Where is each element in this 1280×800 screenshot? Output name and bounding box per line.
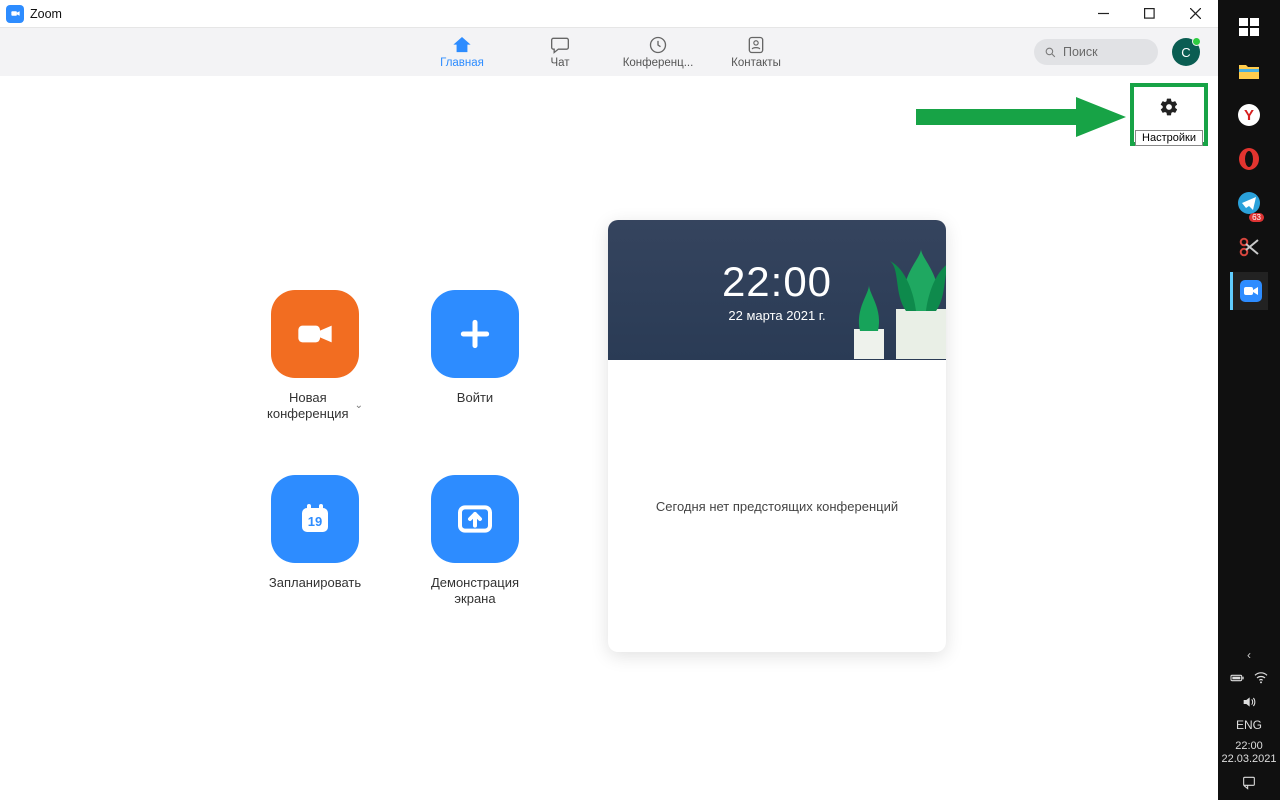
panel-body: Сегодня нет предстоящих конференций: [608, 360, 946, 652]
join-button[interactable]: [431, 290, 519, 378]
volume-icon[interactable]: [1241, 694, 1257, 710]
notifications-icon[interactable]: [1241, 774, 1257, 790]
tab-home-label: Главная: [440, 57, 484, 69]
tab-meetings-label: Конференц...: [623, 57, 694, 69]
action-share: Демонстрация экрана: [400, 475, 550, 608]
telegram-badge: 63: [1249, 213, 1264, 222]
windows-icon: [1237, 15, 1261, 39]
window-title: Zoom: [30, 7, 62, 21]
tray-date: 22.03.2021: [1221, 753, 1276, 766]
new-meeting-button[interactable]: [271, 290, 359, 378]
maximize-button[interactable]: [1126, 0, 1172, 27]
system-tray: ‹ ENG 22:00 22.03.2021: [1221, 648, 1276, 800]
share-screen-icon: [455, 499, 495, 539]
clock-icon: [648, 35, 668, 55]
tray-lang[interactable]: ENG: [1236, 718, 1262, 732]
windows-taskbar: Y 63 ‹ ENG 22:00 22.03.2021: [1218, 0, 1280, 800]
search-input[interactable]: Поиск: [1034, 39, 1158, 65]
opera-icon: [1237, 147, 1261, 171]
tab-meetings[interactable]: Конференц...: [619, 35, 697, 69]
tab-home[interactable]: Главная: [423, 35, 501, 69]
schedule-button[interactable]: 19: [271, 475, 359, 563]
action-new-meeting: Новая конференция ⌄: [230, 290, 400, 423]
action-grid: Новая конференция ⌄ Войти 19 Запланирова…: [230, 290, 550, 607]
home-icon: [452, 35, 472, 55]
tab-chat[interactable]: Чат: [521, 35, 599, 69]
action-schedule: 19 Запланировать: [230, 475, 400, 608]
snip-button[interactable]: [1230, 228, 1268, 266]
yandex-button[interactable]: Y: [1230, 96, 1268, 134]
tabs: Главная Чат Конференц... Контакты: [423, 35, 795, 69]
contacts-icon: [746, 35, 766, 55]
new-meeting-label: Новая конференция: [267, 390, 349, 423]
zoom-app-icon: [6, 5, 24, 23]
plus-icon: [455, 314, 495, 354]
telegram-icon: [1237, 191, 1261, 215]
settings-tooltip: Настройки: [1135, 130, 1203, 146]
minimize-button[interactable]: [1080, 0, 1126, 27]
tray-clock[interactable]: 22:00 22.03.2021: [1221, 740, 1276, 766]
zoom-taskbar-button[interactable]: [1230, 272, 1268, 310]
close-button[interactable]: [1172, 0, 1218, 27]
zoom-icon: [1239, 279, 1263, 303]
content: Настройки Новая конференция ⌄ Войти: [0, 76, 1218, 800]
chat-icon: [550, 35, 570, 55]
tray-expand[interactable]: ‹: [1247, 648, 1251, 662]
yandex-icon: Y: [1237, 103, 1261, 127]
avatar-initial: C: [1181, 45, 1190, 60]
tab-contacts[interactable]: Контакты: [717, 35, 795, 69]
wifi-icon[interactable]: [1253, 670, 1269, 686]
search-icon: [1044, 46, 1057, 59]
meetings-panel: 22:00 22 марта 2021 г. Сегодня нет предс…: [608, 220, 946, 652]
share-button[interactable]: [431, 475, 519, 563]
svg-text:Y: Y: [1244, 107, 1254, 124]
battery-icon[interactable]: [1229, 670, 1245, 686]
tab-chat-label: Чат: [550, 57, 569, 69]
svg-text:19: 19: [308, 514, 322, 529]
no-meetings-text: Сегодня нет предстоящих конференций: [656, 499, 898, 514]
chevron-down-icon[interactable]: ⌄: [355, 400, 363, 411]
annotation-arrow: [916, 97, 1126, 137]
join-label: Войти: [457, 390, 493, 406]
panel-header: 22:00 22 марта 2021 г.: [608, 220, 946, 360]
action-join: Войти: [400, 290, 550, 423]
zoom-window: Zoom Главная Чат Конференц... Контакт: [0, 0, 1218, 800]
search-placeholder: Поиск: [1063, 45, 1098, 59]
scissors-icon: [1237, 235, 1261, 259]
presence-dot-icon: [1192, 37, 1201, 46]
tab-contacts-label: Контакты: [731, 57, 781, 69]
folder-icon: [1237, 59, 1261, 83]
settings-highlight: Настройки: [1130, 83, 1208, 146]
avatar[interactable]: C: [1172, 38, 1200, 66]
schedule-label: Запланировать: [269, 575, 361, 591]
panel-time: 22:00: [722, 258, 832, 306]
calendar-icon: 19: [295, 499, 335, 539]
start-button[interactable]: [1230, 8, 1268, 46]
camera-icon: [10, 8, 21, 19]
explorer-button[interactable]: [1230, 52, 1268, 90]
titlebar: Zoom: [0, 0, 1218, 28]
settings-button[interactable]: [1159, 97, 1179, 122]
opera-button[interactable]: [1230, 140, 1268, 178]
telegram-button[interactable]: 63: [1230, 184, 1268, 222]
video-icon: [295, 314, 335, 354]
gear-icon: [1159, 97, 1179, 117]
tray-time: 22:00: [1235, 740, 1263, 753]
header: Главная Чат Конференц... Контакты Поиск …: [0, 28, 1218, 76]
share-label: Демонстрация экрана: [431, 575, 519, 608]
plant-decoration-icon: [840, 279, 898, 360]
panel-date: 22 марта 2021 г.: [728, 308, 825, 323]
